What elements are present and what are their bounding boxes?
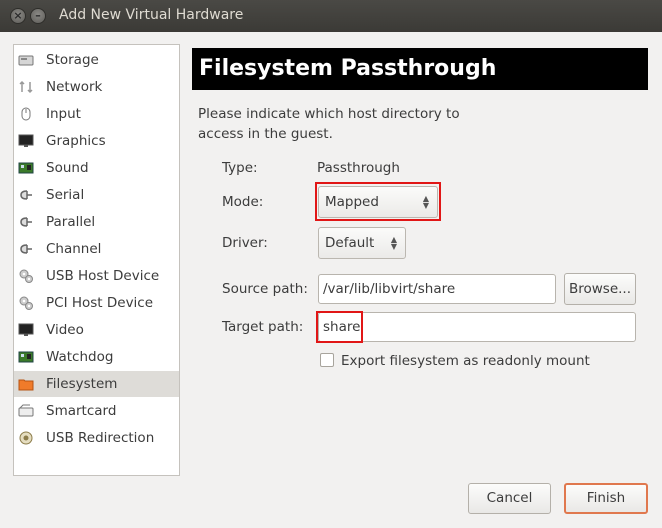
add-hardware-dialog: × – Add New Virtual Hardware Storage Net… bbox=[0, 0, 662, 528]
serial-plug-icon bbox=[18, 187, 34, 203]
storage-icon bbox=[18, 52, 34, 68]
parallel-plug-icon bbox=[18, 214, 34, 230]
sidebar-item-label: PCI Host Device bbox=[46, 295, 154, 311]
sidebar-item-label: Sound bbox=[46, 160, 89, 176]
finish-button[interactable]: Finish bbox=[564, 483, 648, 514]
sidebar-item-label: Channel bbox=[46, 241, 102, 257]
sidebar-item-label: Input bbox=[46, 106, 81, 122]
type-label: Type: bbox=[222, 160, 258, 176]
usb-redirection-icon bbox=[18, 430, 34, 446]
panel-title: Filesystem Passthrough bbox=[192, 48, 648, 90]
minimize-button[interactable]: – bbox=[30, 8, 46, 24]
channel-plug-icon bbox=[18, 241, 34, 257]
pci-gear-icon bbox=[18, 295, 34, 311]
sidebar-item-label: Parallel bbox=[46, 214, 96, 230]
sidebar-item-pci-host-device[interactable]: PCI Host Device bbox=[14, 290, 179, 316]
browse-button[interactable]: Browse... bbox=[564, 273, 636, 305]
source-path-input[interactable]: /var/lib/libvirt/share bbox=[318, 274, 556, 304]
sidebar-item-label: Watchdog bbox=[46, 349, 114, 365]
sidebar-item-label: USB Redirection bbox=[46, 430, 155, 446]
sidebar-item-video[interactable]: Video bbox=[14, 317, 179, 343]
type-value: Passthrough bbox=[317, 160, 400, 176]
sidebar-item-label: Storage bbox=[46, 52, 99, 68]
readonly-checkbox[interactable] bbox=[320, 353, 334, 367]
sidebar-item-serial[interactable]: Serial bbox=[14, 182, 179, 208]
sidebar-item-sound[interactable]: Sound bbox=[14, 155, 179, 181]
sidebar-item-usb-host-device[interactable]: USB Host Device bbox=[14, 263, 179, 289]
mode-label: Mode: bbox=[222, 194, 264, 210]
sidebar-item-input[interactable]: Input bbox=[14, 101, 179, 127]
driver-select[interactable]: Default ▲ ▼ bbox=[318, 227, 406, 259]
usb-gear-icon bbox=[18, 268, 34, 284]
sound-card-icon bbox=[18, 160, 34, 176]
sidebar-item-filesystem[interactable]: Filesystem bbox=[14, 371, 179, 397]
mode-highlight bbox=[315, 182, 441, 221]
hardware-list: Storage Network Input Graphics Sound Ser… bbox=[13, 44, 180, 476]
sidebar-item-label: Network bbox=[46, 79, 103, 95]
close-icon: × bbox=[13, 9, 23, 22]
target-path-label: Target path: bbox=[222, 319, 304, 335]
close-button[interactable]: × bbox=[10, 8, 26, 24]
mouse-icon bbox=[18, 106, 34, 122]
source-path-label: Source path: bbox=[222, 281, 308, 297]
sidebar-item-parallel[interactable]: Parallel bbox=[14, 209, 179, 235]
sidebar-item-network[interactable]: Network bbox=[14, 74, 179, 100]
target-path-input[interactable]: share bbox=[318, 312, 636, 342]
folder-icon bbox=[18, 376, 34, 392]
sidebar-item-label: Serial bbox=[46, 187, 85, 203]
target-path-highlight bbox=[316, 311, 363, 343]
driver-label: Driver: bbox=[222, 235, 268, 251]
cancel-button[interactable]: Cancel bbox=[468, 483, 551, 514]
monitor-icon bbox=[18, 322, 34, 338]
network-icon bbox=[18, 79, 34, 95]
smartcard-icon bbox=[18, 403, 34, 419]
sidebar-item-label: Smartcard bbox=[46, 403, 117, 419]
panel-description: Please indicate which host directory to … bbox=[198, 106, 460, 142]
monitor-icon bbox=[18, 133, 34, 149]
spin-arrows-icon: ▲ ▼ bbox=[390, 235, 397, 251]
sidebar-item-smartcard[interactable]: Smartcard bbox=[14, 398, 179, 424]
readonly-label[interactable]: Export filesystem as readonly mount bbox=[341, 353, 590, 369]
sidebar-item-label: Filesystem bbox=[46, 376, 118, 392]
sidebar-item-graphics[interactable]: Graphics bbox=[14, 128, 179, 154]
driver-value: Default bbox=[325, 235, 375, 251]
sidebar-item-watchdog[interactable]: Watchdog bbox=[14, 344, 179, 370]
sidebar-item-channel[interactable]: Channel bbox=[14, 236, 179, 262]
sidebar-item-label: Graphics bbox=[46, 133, 106, 149]
watchdog-icon bbox=[18, 349, 34, 365]
sidebar-item-label: Video bbox=[46, 322, 84, 338]
title-bar: × – Add New Virtual Hardware bbox=[0, 0, 662, 32]
window-title: Add New Virtual Hardware bbox=[59, 7, 244, 23]
sidebar-item-storage[interactable]: Storage bbox=[14, 47, 179, 73]
sidebar-item-usb-redirection[interactable]: USB Redirection bbox=[14, 425, 179, 451]
sidebar-item-label: USB Host Device bbox=[46, 268, 160, 284]
minimize-icon: – bbox=[35, 9, 41, 22]
